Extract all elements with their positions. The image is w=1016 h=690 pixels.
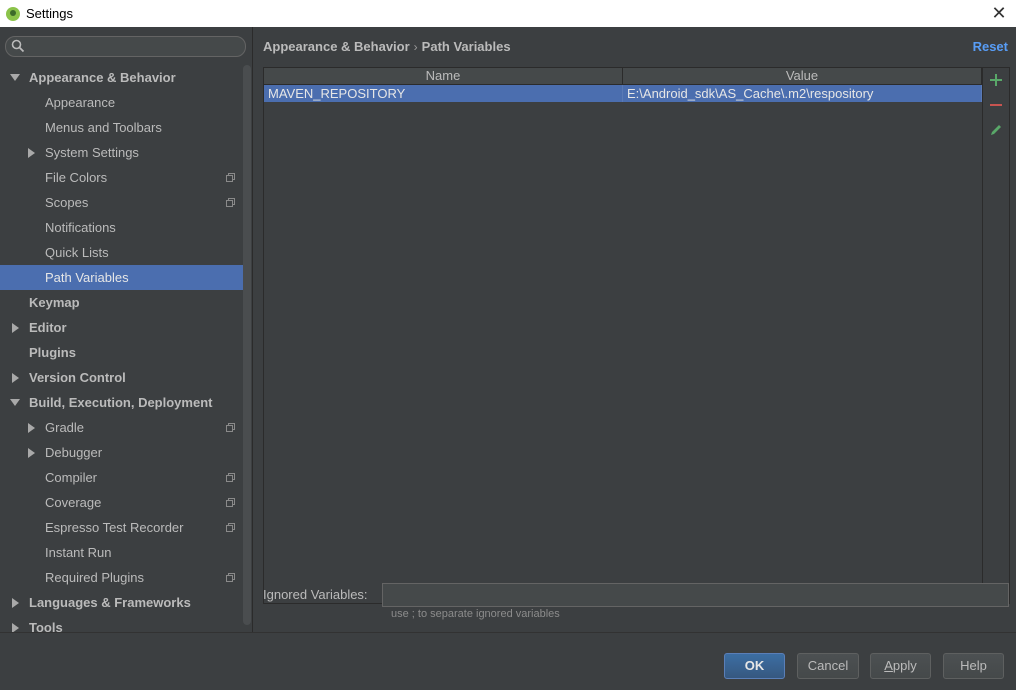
chevron-right-icon[interactable] — [10, 315, 20, 340]
sidebar-item-label: Coverage — [45, 495, 102, 510]
sidebar-item-notifications[interactable]: Notifications — [0, 215, 243, 240]
sidebar-item-appearance[interactable]: Appearance — [0, 90, 243, 115]
breadcrumb: Appearance & Behavior › Path Variables — [263, 39, 511, 54]
breadcrumb-parent[interactable]: Appearance & Behavior — [263, 39, 410, 54]
sidebar-item-coverage[interactable]: Coverage — [0, 490, 243, 515]
cell-value[interactable]: E:\Android_sdk\AS_Cache\.m2\respository — [623, 85, 982, 102]
sidebar-item-languages-frameworks[interactable]: Languages & Frameworks — [0, 590, 243, 615]
sidebar-item-version-control[interactable]: Version Control — [0, 365, 243, 390]
dialog-button-bar: OK Cancel Apply Help — [0, 632, 1016, 690]
sidebar-item-quick-lists[interactable]: Quick Lists — [0, 240, 243, 265]
sidebar-item-label: Debugger — [45, 445, 103, 460]
project-settings-icon — [226, 423, 235, 432]
search-input[interactable] — [5, 36, 246, 57]
sidebar-item-label: Required Plugins — [45, 570, 145, 585]
sidebar-item-required-plugins[interactable]: Required Plugins — [0, 565, 243, 590]
chevron-right-icon[interactable] — [26, 140, 36, 165]
project-settings-icon — [226, 523, 235, 532]
column-header-value[interactable]: Value — [623, 68, 982, 84]
sidebar-item-label: Appearance & Behavior — [29, 70, 176, 85]
sidebar-scrollbar[interactable] — [243, 65, 251, 625]
close-icon[interactable]: ✕ — [988, 2, 1010, 24]
chevron-right-icon[interactable] — [26, 440, 36, 465]
project-settings-icon — [226, 173, 235, 182]
sidebar-item-gradle[interactable]: Gradle — [0, 415, 243, 440]
sidebar-item-label: Compiler — [45, 470, 98, 485]
sidebar-item-label: Quick Lists — [45, 245, 109, 260]
table-row[interactable]: MAVEN_REPOSITORY E:\Android_sdk\AS_Cache\… — [264, 85, 982, 102]
breadcrumb-separator: › — [413, 40, 418, 54]
sidebar-item-label: Espresso Test Recorder — [45, 520, 184, 535]
sidebar-item-build-execution-deployment[interactable]: Build, Execution, Deployment — [0, 390, 243, 415]
chevron-right-icon[interactable] — [10, 365, 20, 390]
sidebar-item-label: Languages & Frameworks — [29, 595, 191, 610]
project-settings-icon — [226, 473, 235, 482]
settings-sidebar: Appearance & Behavior Appearance Menus and… — [0, 27, 253, 635]
edit-icon[interactable] — [989, 123, 1003, 137]
sidebar-item-label: Appearance — [45, 95, 116, 110]
cell-name[interactable]: MAVEN_REPOSITORY — [264, 85, 623, 102]
sidebar-item-appearance-behavior[interactable]: Appearance & Behavior — [0, 65, 243, 90]
breadcrumb-current: Path Variables — [421, 39, 511, 54]
sidebar-item-editor[interactable]: Editor — [0, 315, 243, 340]
sidebar-item-label: Build, Execution, Deployment — [29, 395, 213, 410]
ignored-variables-hint: use ; to separate ignored variables — [391, 608, 560, 620]
sidebar-item-label: Instant Run — [45, 545, 112, 560]
sidebar-item-label: Plugins — [29, 345, 76, 360]
reset-link[interactable]: Reset — [973, 39, 1008, 54]
remove-icon[interactable] — [989, 98, 1003, 112]
project-settings-icon — [226, 198, 235, 207]
window-title: Settings — [26, 6, 73, 21]
sidebar-item-label: File Colors — [45, 170, 108, 185]
add-icon[interactable] — [989, 73, 1003, 87]
sidebar-item-label: Menus and Toolbars — [45, 120, 162, 135]
chevron-right-icon[interactable] — [26, 415, 36, 440]
sidebar-item-instant-run[interactable]: Instant Run — [0, 540, 243, 565]
sidebar-item-compiler[interactable]: Compiler — [0, 465, 243, 490]
sidebar-item-plugins[interactable]: Plugins — [0, 340, 243, 365]
title-bar: Settings ✕ — [0, 0, 1016, 27]
search-icon — [11, 39, 25, 53]
cancel-button[interactable]: Cancel — [797, 653, 859, 679]
sidebar-item-debugger[interactable]: Debugger — [0, 440, 243, 465]
help-button[interactable]: Help — [943, 653, 1004, 679]
project-settings-icon — [226, 498, 235, 507]
sidebar-item-label: Path Variables — [45, 270, 129, 285]
sidebar-item-keymap[interactable]: Keymap — [0, 290, 243, 315]
apply-button[interactable]: Apply — [870, 653, 931, 679]
android-studio-icon — [6, 6, 20, 21]
sidebar-item-label: Version Control — [29, 370, 126, 385]
sidebar-item-label: Editor — [29, 320, 67, 335]
sidebar-item-label: Scopes — [45, 195, 89, 210]
sidebar-item-espresso-test-recorder[interactable]: Espresso Test Recorder — [0, 515, 243, 540]
project-settings-icon — [226, 573, 235, 582]
ignored-variables-label: Ignored Variables: — [263, 587, 368, 602]
sidebar-item-menus-and-toolbars[interactable]: Menus and Toolbars — [0, 115, 243, 140]
settings-tree: Appearance & Behavior Appearance Menus and… — [0, 65, 243, 640]
sidebar-item-system-settings[interactable]: System Settings — [0, 140, 243, 165]
column-header-name[interactable]: Name — [264, 68, 623, 84]
sidebar-item-label: Gradle — [45, 420, 85, 435]
table-header: Name Value — [264, 68, 982, 85]
sidebar-item-label: Keymap — [29, 295, 80, 310]
ignored-variables-input[interactable] — [382, 583, 1009, 607]
ok-button[interactable]: OK — [724, 653, 785, 679]
sidebar-item-scopes[interactable]: Scopes — [0, 190, 243, 215]
sidebar-item-file-colors[interactable]: File Colors — [0, 165, 243, 190]
chevron-right-icon[interactable] — [10, 590, 20, 615]
table-toolbar — [982, 68, 1009, 603]
path-variables-table: Name Value MAVEN_REPOSITORY E:\Android_sd… — [264, 68, 982, 603]
sidebar-item-label: Notifications — [45, 220, 116, 235]
chevron-down-icon[interactable] — [10, 65, 20, 90]
table-body: MAVEN_REPOSITORY E:\Android_sdk\AS_Cache\… — [264, 85, 982, 102]
sidebar-item-label: System Settings — [45, 145, 139, 160]
chevron-down-icon[interactable] — [10, 390, 20, 415]
sidebar-item-path-variables[interactable]: Path Variables — [0, 265, 243, 290]
path-variables-table-panel: Name Value MAVEN_REPOSITORY E:\Android_sd… — [263, 67, 1010, 604]
main-panel: Appearance & Behavior › Path Variables Res… — [254, 27, 1016, 632]
